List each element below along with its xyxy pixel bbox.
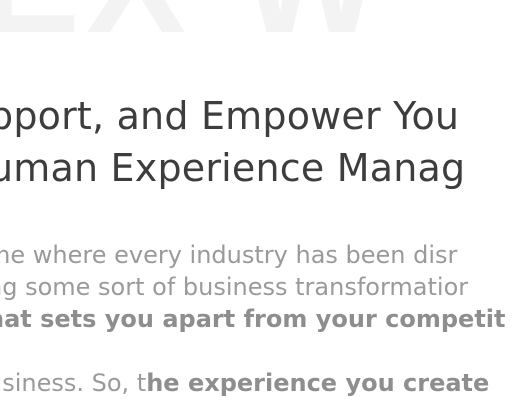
headline-line-1: pport, and Empower You	[0, 94, 460, 138]
body-line-4-plain: usiness. So, t	[0, 369, 147, 397]
body-line-4: usiness. So, the experience you create	[0, 367, 505, 399]
headline: pport, and Empower You uman Experience M…	[0, 90, 465, 194]
body-line-1: me where every industry has been disr	[0, 241, 458, 269]
headline-line-2: uman Experience Manag	[0, 146, 466, 190]
body-line-2: ng some sort of business transformatior	[0, 273, 469, 301]
background-watermark: EX W	[0, 0, 387, 55]
body-text: me where every industry has been disr ng…	[0, 239, 505, 399]
page: EX W pport, and Empower You uman Experie…	[0, 0, 516, 400]
body-line-4-bold: he experience you create	[146, 369, 490, 397]
body-line-3-bold: hat sets you apart from your competit	[0, 305, 506, 333]
